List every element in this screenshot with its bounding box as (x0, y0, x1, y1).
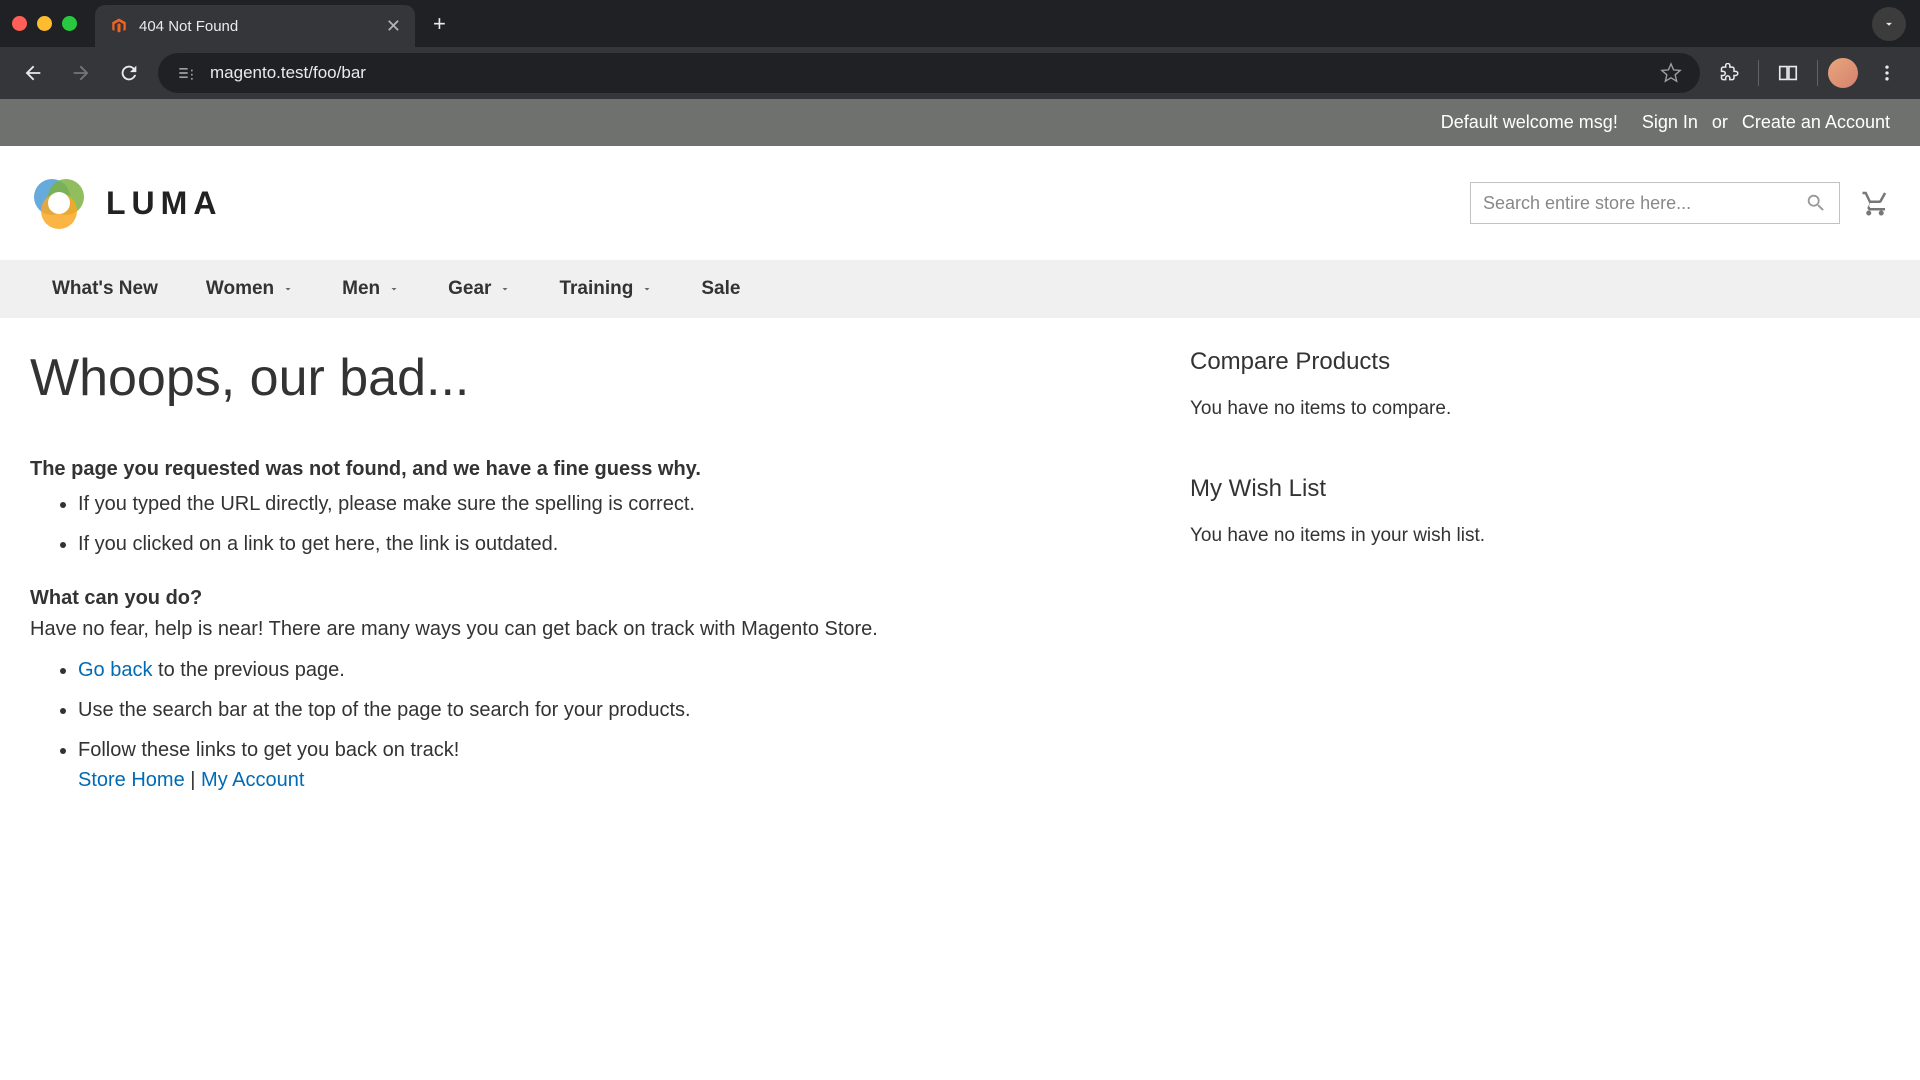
tab-bar: 404 Not Found ✕ + (0, 0, 1920, 47)
site-info-icon[interactable] (176, 63, 196, 83)
toolbar-separator (1758, 60, 1759, 86)
bookmark-icon[interactable] (1660, 62, 1682, 84)
panel-header: Default welcome msg! Sign In or Create a… (0, 99, 1920, 146)
wishlist-empty: You have no items in your wish list. (1190, 525, 1560, 547)
error-reason-item: If you typed the URL directly, please ma… (78, 489, 1130, 519)
page-content: Default welcome msg! Sign In or Create a… (0, 99, 1920, 1080)
forward-button[interactable] (62, 54, 100, 92)
nav-label: Gear (448, 278, 491, 300)
error-reason-heading: The page you requested was not found, an… (30, 458, 1130, 481)
search-wrapper (1470, 182, 1840, 224)
sign-in-link[interactable]: Sign In (1642, 112, 1698, 133)
chevron-down-icon (388, 283, 400, 295)
compare-empty: You have no items to compare. (1190, 398, 1560, 420)
go-back-link[interactable]: Go back (78, 659, 152, 681)
back-button[interactable] (14, 54, 52, 92)
nav-whats-new[interactable]: What's New (28, 260, 182, 318)
what-can-you-do-heading: What can you do? (30, 587, 1130, 610)
chevron-down-icon (282, 283, 294, 295)
luma-logo-icon (30, 174, 88, 232)
error-reason-list: If you typed the URL directly, please ma… (30, 489, 1130, 559)
browser-toolbar: magento.test/foo/bar (0, 47, 1920, 99)
nav-gear[interactable]: Gear (424, 260, 535, 318)
what-can-you-do-body: Have no fear, help is near! There are ma… (30, 618, 1130, 795)
my-account-link[interactable]: My Account (201, 769, 304, 791)
chevron-down-icon (499, 283, 511, 295)
toolbar-separator (1817, 60, 1818, 86)
wishlist-block: My Wish List You have no items in your w… (1190, 475, 1560, 547)
close-tab-icon[interactable]: ✕ (386, 16, 401, 37)
tab-title: 404 Not Found (139, 18, 376, 35)
help-item: Follow these links to get you back on tr… (78, 735, 1130, 795)
search-input[interactable] (1483, 193, 1805, 214)
cart-icon[interactable] (1860, 188, 1890, 218)
sidebar: Compare Products You have no items to co… (1190, 348, 1560, 823)
page-title: Whoops, our bad... (30, 348, 1130, 408)
extensions-icon[interactable] (1710, 54, 1748, 92)
nav-label: Training (559, 278, 633, 300)
main-wrapper: Whoops, our bad... The page you requeste… (0, 318, 1920, 853)
url-text: magento.test/foo/bar (210, 63, 1646, 83)
help-item: Go back to the previous page. (78, 655, 1130, 685)
nav-label: Men (342, 278, 380, 300)
nav-label: Sale (701, 278, 740, 300)
browser-tab[interactable]: 404 Not Found ✕ (95, 5, 415, 47)
logo-text: LUMA (106, 185, 222, 222)
chevron-down-icon (641, 283, 653, 295)
compare-block: Compare Products You have no items to co… (1190, 348, 1560, 420)
compare-title: Compare Products (1190, 348, 1560, 376)
nav-label: Women (206, 278, 274, 300)
magento-favicon-icon (109, 16, 129, 36)
minimize-window-button[interactable] (37, 16, 52, 31)
tabs-dropdown-button[interactable] (1872, 7, 1906, 41)
nav-sale[interactable]: Sale (677, 260, 764, 318)
error-reason-item: If you clicked on a link to get here, th… (78, 529, 1130, 559)
follow-links-text: Follow these links to get you back on tr… (78, 739, 459, 761)
go-back-text: to the previous page. (152, 659, 344, 681)
maximize-window-button[interactable] (62, 16, 77, 31)
main-nav: What's New Women Men Gear Training (0, 260, 1920, 318)
address-bar[interactable]: magento.test/foo/bar (158, 53, 1700, 93)
welcome-message: Default welcome msg! (1441, 112, 1618, 133)
header-actions (1470, 182, 1890, 224)
reading-list-icon[interactable] (1769, 54, 1807, 92)
close-window-button[interactable] (12, 16, 27, 31)
nav-men[interactable]: Men (318, 260, 424, 318)
reload-button[interactable] (110, 54, 148, 92)
logo[interactable]: LUMA (30, 174, 222, 232)
or-separator: or (1712, 112, 1728, 133)
profile-avatar[interactable] (1828, 58, 1858, 88)
help-intro: Have no fear, help is near! There are ma… (30, 618, 1130, 641)
header-main: LUMA (0, 146, 1920, 260)
nav-label: What's New (52, 278, 158, 300)
search-icon[interactable] (1805, 192, 1827, 214)
link-separator: | (185, 769, 201, 791)
help-item: Use the search bar at the top of the pag… (78, 695, 1130, 725)
wishlist-title: My Wish List (1190, 475, 1560, 503)
new-tab-button[interactable]: + (433, 11, 446, 37)
nav-training[interactable]: Training (535, 260, 677, 318)
nav-women[interactable]: Women (182, 260, 318, 318)
store-home-link[interactable]: Store Home (78, 769, 185, 791)
browser-chrome: 404 Not Found ✕ + magento.test/foo/bar (0, 0, 1920, 99)
create-account-link[interactable]: Create an Account (1742, 112, 1890, 133)
window-controls (12, 16, 77, 31)
menu-icon[interactable] (1868, 54, 1906, 92)
main-column: Whoops, our bad... The page you requeste… (30, 348, 1130, 823)
